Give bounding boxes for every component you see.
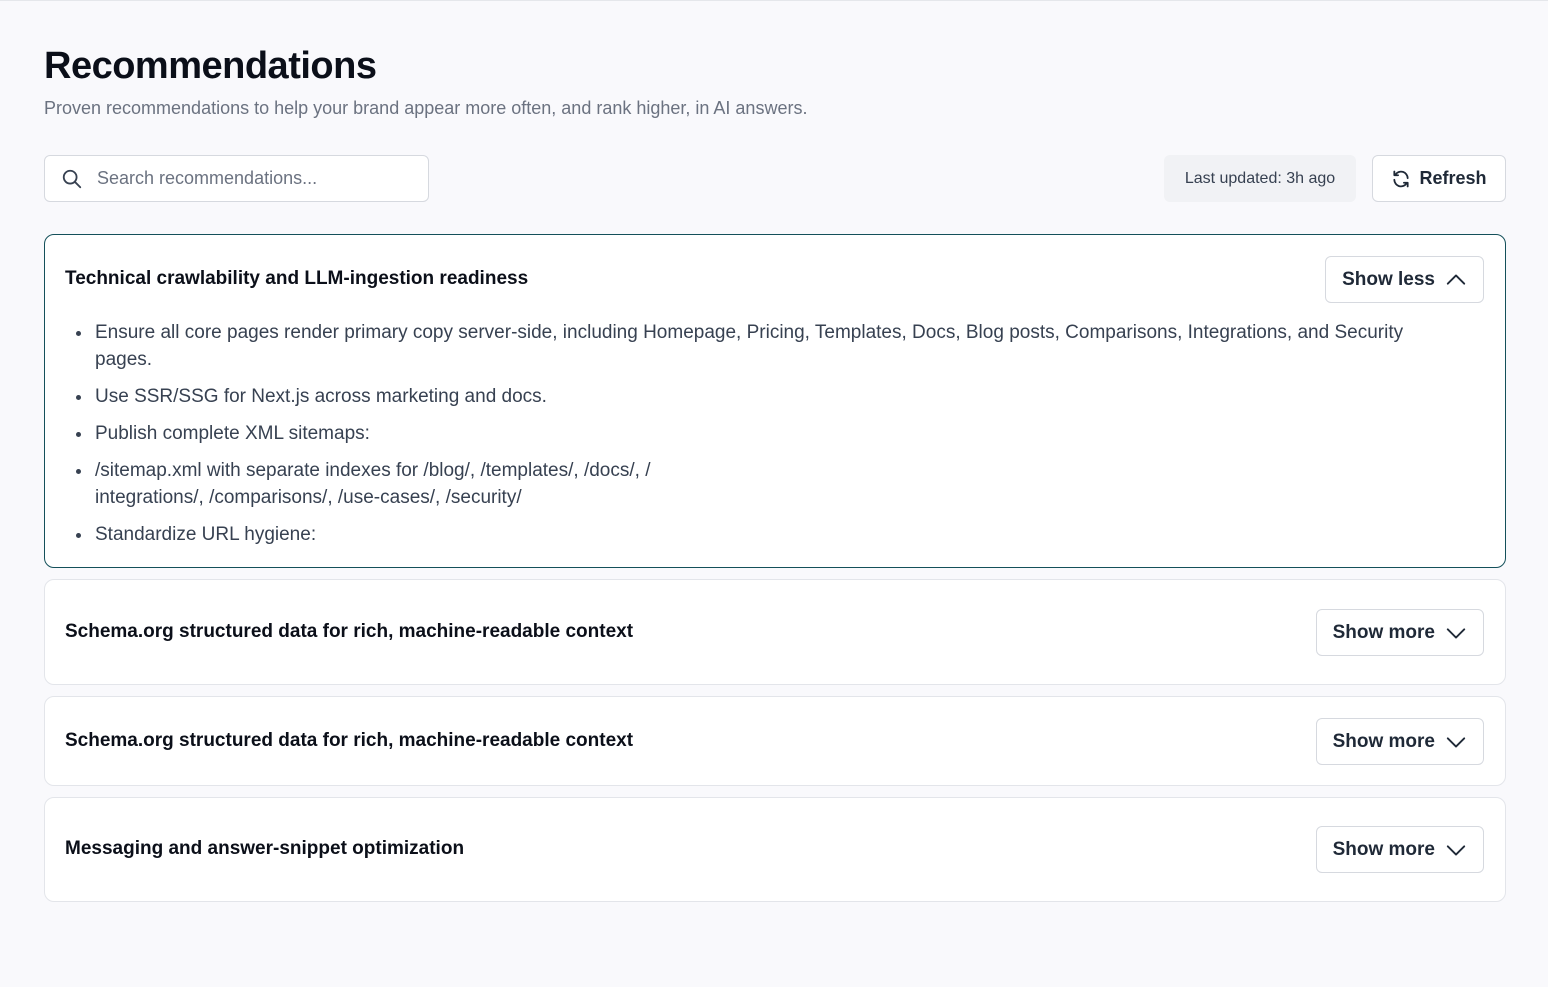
show-more-button[interactable]: Show more xyxy=(1315,826,1484,873)
list-item: /sitemap.xml with separate indexes for /… xyxy=(93,457,1465,511)
recommendation-list: Ensure all core pages render primary cop… xyxy=(75,319,1465,558)
refresh-button[interactable]: Refresh xyxy=(1372,155,1506,202)
recommendations-page: Recommendations Proven recommendations t… xyxy=(0,0,1548,987)
list-item: Publish complete XML sitemaps: xyxy=(93,420,1465,447)
list-item: Use SSR/SSG for Next.js across marketing… xyxy=(93,383,1465,410)
page-title: Recommendations xyxy=(44,45,377,87)
search-box[interactable] xyxy=(44,155,429,202)
page-subtitle: Proven recommendations to help your bran… xyxy=(44,98,808,118)
chevron-down-icon xyxy=(1446,627,1466,638)
toggle-label: Show less xyxy=(1342,268,1435,290)
refresh-label: Refresh xyxy=(1419,168,1487,188)
chevron-down-icon xyxy=(1446,736,1466,747)
toggle-label: Show more xyxy=(1332,621,1435,643)
card-title: Schema.org structured data for rich, mac… xyxy=(65,621,634,642)
card-title: Schema.org structured data for rich, mac… xyxy=(65,730,634,751)
list-item: Ensure all core pages render primary cop… xyxy=(93,319,1465,373)
show-more-button[interactable]: Show more xyxy=(1315,609,1484,656)
show-less-button[interactable]: Show less xyxy=(1325,256,1484,303)
list-item-line: /sitemap.xml with separate indexes for /… xyxy=(95,460,651,481)
search-icon xyxy=(62,169,82,188)
search-input[interactable] xyxy=(95,167,399,190)
show-more-button[interactable]: Show more xyxy=(1315,718,1484,765)
chevron-down-icon xyxy=(1446,844,1466,855)
refresh-icon xyxy=(1393,170,1410,187)
recommendation-card: Schema.org structured data for rich, mac… xyxy=(44,579,1506,685)
toggle-label: Show more xyxy=(1332,730,1435,752)
toggle-label: Show more xyxy=(1332,838,1435,860)
chevron-up-icon xyxy=(1446,274,1466,285)
list-item: Standardize URL hygiene: xyxy=(93,521,1465,548)
list-item-line: integrations/, /comparisons/, /use-cases… xyxy=(95,487,522,508)
recommendation-card: Technical crawlability and LLM-ingestion… xyxy=(44,234,1506,568)
recommendation-card: Schema.org structured data for rich, mac… xyxy=(44,696,1506,786)
recommendation-card: Messaging and answer-snippet optimizatio… xyxy=(44,797,1506,902)
card-title: Technical crawlability and LLM-ingestion… xyxy=(65,268,529,289)
last-updated-badge: Last updated: 3h ago xyxy=(1164,155,1356,202)
card-title: Messaging and answer-snippet optimizatio… xyxy=(65,838,465,859)
